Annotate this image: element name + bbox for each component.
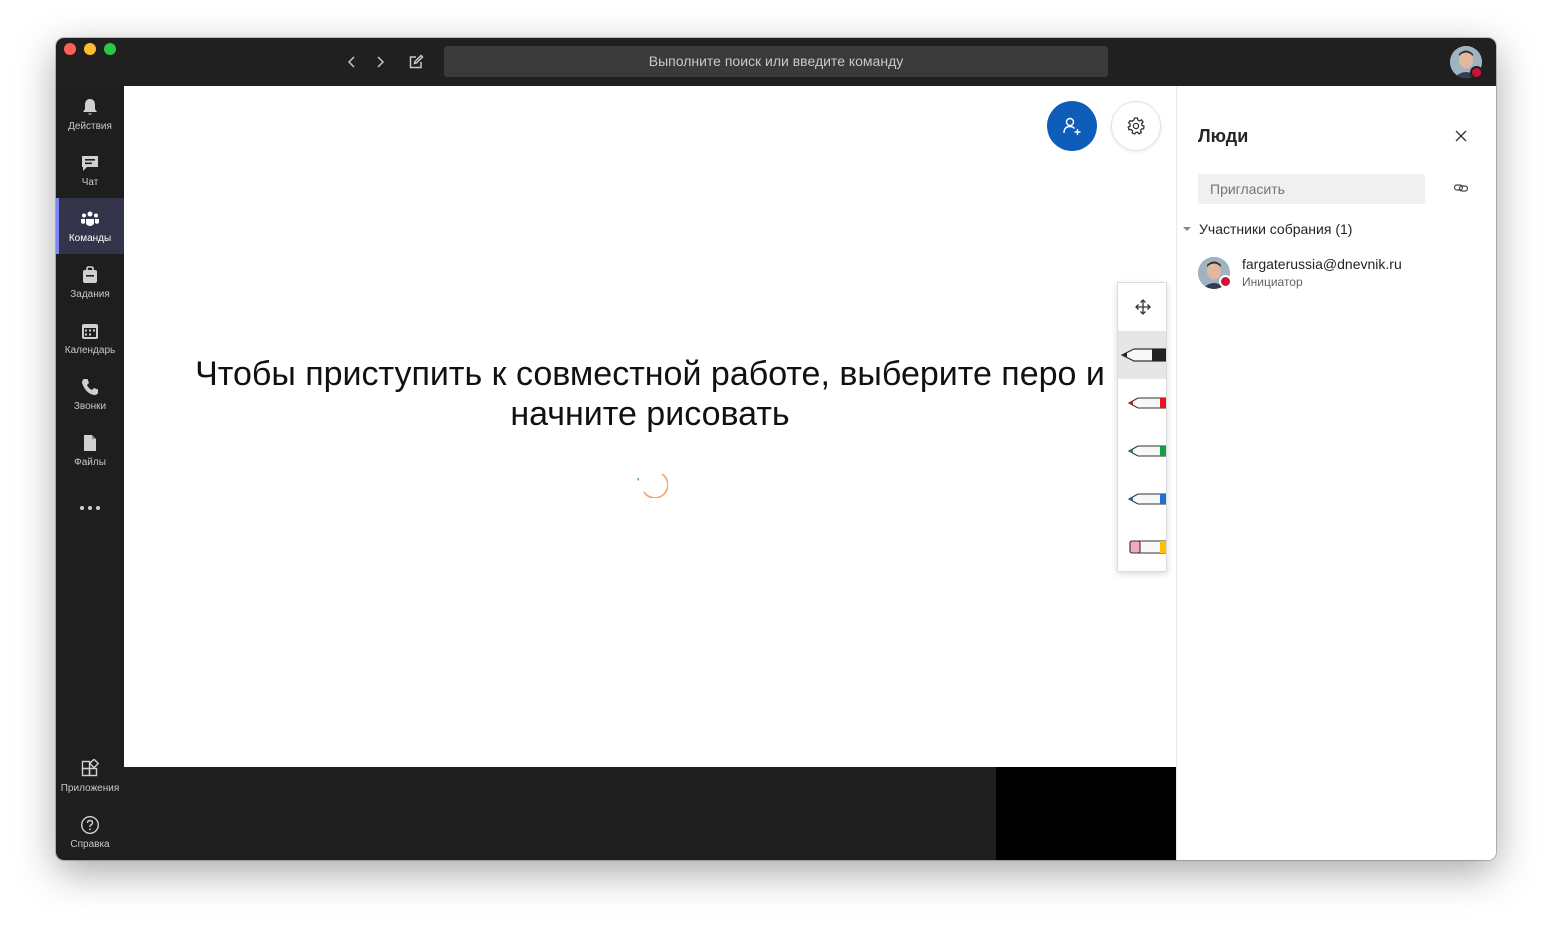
loading-spinner [637, 473, 668, 498]
whiteboard-hint: Чтобы приступить к совместной работе, вы… [195, 355, 1105, 433]
black-pen-tool[interactable] [1118, 331, 1166, 379]
sidebar-item-label: Файлы [74, 456, 106, 468]
forward-button[interactable] [368, 50, 392, 74]
close-panel-button[interactable] [1451, 126, 1471, 146]
search-input[interactable]: Выполните поиск или введите команду [444, 46, 1108, 77]
sidebar-item-label: Команды [68, 232, 112, 244]
sidebar-item-label: Чат [81, 176, 99, 188]
zoom-window-button[interactable] [104, 43, 116, 55]
sidebar-item-help[interactable]: Справка [56, 804, 124, 860]
status-busy-badge [1219, 275, 1232, 288]
more-apps-button[interactable] [56, 498, 124, 518]
sidebar-item-label: Звонки [73, 400, 107, 412]
dot [88, 506, 92, 510]
black-pen-icon [1120, 348, 1166, 362]
eraser-icon [1129, 540, 1166, 554]
bell-icon [83, 98, 97, 115]
red-pen-icon [1127, 397, 1166, 409]
sidebar-item-assignments[interactable]: Задания [56, 254, 124, 310]
teams-icon [81, 211, 99, 226]
red-pen-tool[interactable] [1118, 379, 1166, 427]
sidebar-item-label: Задания [70, 288, 110, 300]
files-icon [84, 434, 96, 451]
sidebar-item-files[interactable]: Файлы [56, 422, 124, 478]
new-chat-button[interactable] [404, 50, 428, 74]
pen-toolbar [1117, 282, 1167, 572]
sidebar-item-label: Справка [70, 838, 110, 850]
dot [80, 506, 84, 510]
teams-window: Выполните поиск или введите команду Дейс… [56, 38, 1496, 860]
participant-role: Инициатор [1242, 275, 1303, 289]
invite-input[interactable] [1198, 174, 1425, 204]
phone-icon [82, 378, 98, 395]
green-pen-tool[interactable] [1118, 427, 1166, 475]
status-busy-badge [1470, 66, 1483, 79]
dot [96, 506, 100, 510]
section-label: Участники собрания (1) [1199, 221, 1353, 237]
sidebar-item-calls[interactable]: Звонки [56, 366, 124, 422]
caret-down-icon [1183, 227, 1191, 231]
participant-name: fargaterussia@dnevnik.ru [1242, 256, 1402, 272]
chat-icon [82, 155, 98, 171]
whiteboard-settings-button[interactable] [1111, 101, 1161, 151]
title-bar: Выполните поиск или введите команду [56, 38, 1496, 86]
compose-icon [409, 54, 424, 69]
self-video-tile[interactable] [996, 767, 1176, 860]
assignments-icon [83, 265, 97, 283]
gear-icon [1127, 117, 1145, 135]
help-icon [80, 815, 100, 834]
blue-pen-tool[interactable] [1118, 475, 1166, 523]
chevron-right-icon [377, 56, 385, 68]
sidebar-item-teams[interactable]: Команды [56, 198, 124, 254]
participants-section-toggle[interactable]: Участники собрания (1) [1183, 219, 1352, 239]
close-window-button[interactable] [64, 43, 76, 55]
green-pen-icon [1127, 445, 1166, 457]
apps-icon [81, 758, 100, 776]
sidebar-item-label: Действия [68, 120, 112, 132]
calendar-icon [82, 323, 98, 339]
sidebar-item-label: Приложения [60, 782, 120, 794]
move-arrows-icon [1135, 299, 1151, 315]
minimize-window-button[interactable] [84, 43, 96, 55]
app-bar: Действия Чат Команды Задания Календарь З… [56, 86, 124, 860]
invite-to-whiteboard-button[interactable] [1047, 101, 1097, 151]
whiteboard-canvas[interactable]: Чтобы приступить к совместной работе, вы… [124, 86, 1176, 767]
sidebar-item-calendar[interactable]: Календарь [56, 310, 124, 366]
sidebar-item-label: Календарь [64, 344, 116, 356]
chevron-left-icon [347, 56, 355, 68]
sidebar-item-apps[interactable]: Приложения [56, 748, 124, 804]
sidebar-item-chat[interactable]: Чат [56, 142, 124, 198]
link-icon [1453, 184, 1469, 192]
close-icon [1455, 130, 1467, 142]
blue-pen-icon [1127, 493, 1166, 505]
add-person-icon [1063, 117, 1081, 135]
eraser-tool[interactable] [1118, 523, 1166, 571]
meeting-bottom-bar [124, 767, 996, 860]
sidebar-item-activity[interactable]: Действия [56, 86, 124, 142]
participant-item[interactable]: fargaterussia@dnevnik.ru Инициатор [1198, 255, 1478, 295]
copy-link-button[interactable] [1451, 178, 1471, 198]
back-button[interactable] [340, 50, 364, 74]
panel-title: Люди [1198, 126, 1249, 146]
move-tool[interactable] [1118, 283, 1166, 331]
people-panel: Люди Участники собрания (1) [1176, 86, 1496, 860]
